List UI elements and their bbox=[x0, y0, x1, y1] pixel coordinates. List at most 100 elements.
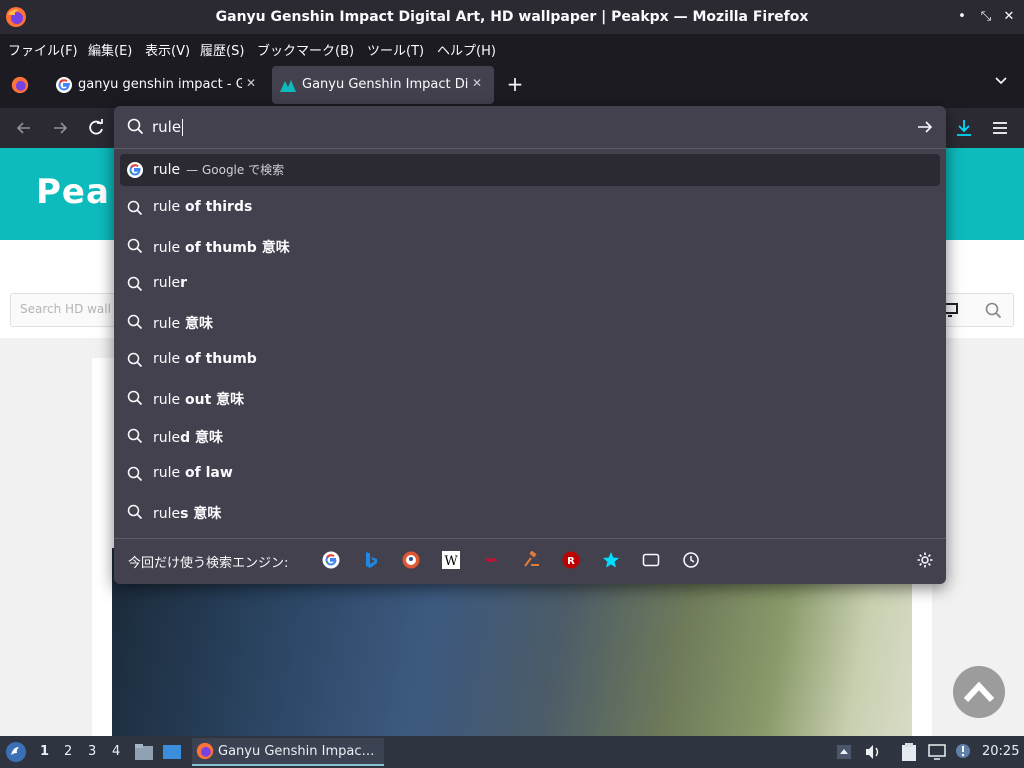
suggestion-row[interactable]: rule 意味 bbox=[120, 306, 940, 338]
menu-history[interactable]: 履歴(S) bbox=[200, 40, 244, 59]
suggestion-row[interactable]: rule out 意味 bbox=[120, 382, 940, 414]
urlbar-query-text: rule bbox=[152, 118, 182, 136]
firefox-logo-icon bbox=[196, 742, 214, 760]
file-manager-icon[interactable] bbox=[134, 743, 154, 761]
taskbar: 1 2 3 4 Ganyu Genshin Impac… 20:25 bbox=[0, 736, 1024, 768]
scroll-to-top-button[interactable] bbox=[953, 666, 1005, 718]
volume-icon[interactable] bbox=[864, 744, 882, 760]
suggestion-row[interactable]: rule of thumb 意味 bbox=[120, 230, 940, 262]
suggestion-completion: d 意味 bbox=[180, 430, 224, 446]
search-settings-gear-icon[interactable] bbox=[916, 551, 934, 569]
search-icon bbox=[127, 314, 143, 330]
suggestion-completion: of law bbox=[180, 465, 233, 481]
suggestion-completion: 意味 bbox=[180, 316, 214, 332]
forward-icon[interactable] bbox=[50, 118, 70, 138]
urlbar-dropdown: rule rule — Google で検索 rule of thirds rule … bbox=[114, 106, 946, 584]
ebay-icon[interactable] bbox=[482, 551, 500, 569]
suggestion-text: rule 意味 bbox=[153, 313, 213, 333]
minimize-icon[interactable]: • bbox=[953, 8, 971, 26]
menu-view[interactable]: 表示(V) bbox=[145, 40, 190, 59]
bookmarks-star-icon[interactable] bbox=[602, 551, 620, 569]
tab-close-icon[interactable]: ✕ bbox=[472, 76, 482, 90]
reload-icon[interactable] bbox=[86, 118, 106, 138]
new-tab-button[interactable]: + bbox=[505, 72, 525, 96]
duckduckgo-icon[interactable] bbox=[402, 551, 420, 569]
suggestion-typed: rule bbox=[153, 316, 181, 332]
suggestion-text: rule of law bbox=[153, 465, 233, 481]
suggestion-text: rules 意味 bbox=[153, 503, 221, 523]
google-icon[interactable] bbox=[322, 551, 340, 569]
firefox-view-icon[interactable] bbox=[11, 76, 29, 94]
tabs-icon[interactable] bbox=[642, 551, 660, 569]
taskbar-window-firefox[interactable]: Ganyu Genshin Impac… bbox=[192, 738, 384, 766]
tab-google-search[interactable]: ganyu genshin impact - Goo ✕ bbox=[48, 66, 266, 104]
search-icon bbox=[127, 118, 144, 135]
menu-tools[interactable]: ツール(T) bbox=[367, 40, 424, 59]
menu-help[interactable]: ヘルプ(H) bbox=[437, 40, 496, 59]
suggestion-row[interactable]: rule — Google で検索 bbox=[120, 154, 940, 186]
downloads-icon[interactable] bbox=[954, 118, 974, 138]
search-icon bbox=[127, 504, 143, 520]
list-all-tabs-icon[interactable] bbox=[994, 74, 1008, 88]
suggestion-text: rule of thumb 意味 bbox=[153, 237, 290, 257]
search-icon bbox=[127, 276, 143, 292]
suggestion-typed: rule bbox=[153, 392, 181, 408]
text-caret bbox=[182, 119, 184, 136]
search-icon bbox=[127, 466, 143, 482]
history-icon[interactable] bbox=[682, 551, 700, 569]
tab-close-icon[interactable]: ✕ bbox=[246, 76, 256, 90]
suggestion-typed: rule bbox=[153, 275, 181, 291]
suggestion-row[interactable]: ruler bbox=[120, 268, 940, 300]
suggestion-action: — Google で検索 bbox=[186, 163, 285, 177]
suggestion-typed: rule bbox=[153, 199, 181, 215]
workspace-1[interactable]: 1 bbox=[40, 744, 49, 759]
suggestion-row[interactable]: rule of thirds bbox=[120, 192, 940, 224]
tab-label: ganyu genshin impact - Goo bbox=[78, 77, 242, 92]
update-notification-icon[interactable] bbox=[954, 742, 972, 760]
divider bbox=[114, 148, 946, 149]
back-icon[interactable] bbox=[14, 118, 34, 138]
search-icon bbox=[127, 238, 143, 254]
desktop-icon[interactable] bbox=[162, 743, 182, 761]
suggestion-typed: rule bbox=[153, 430, 181, 446]
suggestion-typed: rule bbox=[153, 351, 181, 367]
start-menu-icon[interactable] bbox=[5, 741, 27, 763]
wikipedia-icon[interactable]: W bbox=[442, 551, 460, 569]
search-icon bbox=[127, 390, 143, 406]
workspace-2[interactable]: 2 bbox=[64, 744, 72, 759]
clipboard-icon[interactable] bbox=[900, 742, 918, 762]
urlbar-query: rule bbox=[152, 118, 184, 136]
menu-bar: ファイル(F) 編集(E) 表示(V) 履歴(S) ブックマーク(B) ツール(… bbox=[0, 34, 1024, 62]
tab-peakpx[interactable]: Ganyu Genshin Impact Digi ✕ bbox=[272, 66, 494, 104]
suggestion-completion: of thumb 意味 bbox=[180, 240, 290, 256]
maximize-icon[interactable]: ⤡ bbox=[977, 8, 995, 26]
menu-file[interactable]: ファイル(F) bbox=[8, 40, 78, 59]
suggestion-typed: rule bbox=[153, 506, 181, 522]
search-icon bbox=[127, 352, 143, 368]
one-off-engines-label: 今回だけ使う検索エンジン: bbox=[128, 556, 289, 571]
go-arrow-icon[interactable] bbox=[916, 118, 934, 136]
suggestion-row[interactable]: ruled 意味 bbox=[120, 420, 940, 452]
menu-edit[interactable]: 編集(E) bbox=[88, 40, 132, 59]
suggestion-text: ruler bbox=[153, 275, 187, 291]
menu-bookmarks[interactable]: ブックマーク(B) bbox=[257, 40, 354, 59]
workspace-4[interactable]: 4 bbox=[112, 744, 120, 759]
workspace-3[interactable]: 3 bbox=[88, 744, 96, 759]
rakuten-icon[interactable]: R bbox=[562, 551, 580, 569]
suggestion-row[interactable]: rules 意味 bbox=[120, 496, 940, 528]
site-logo[interactable]: Pea bbox=[36, 172, 110, 212]
chevron-up-icon bbox=[963, 681, 995, 703]
google-icon bbox=[127, 162, 143, 178]
suggestion-text: rule — Google で検索 bbox=[153, 161, 284, 178]
suggestion-row[interactable]: rule of law bbox=[120, 458, 940, 490]
close-window-icon[interactable]: ✕ bbox=[1000, 8, 1018, 26]
suggestion-row[interactable]: rule of thumb bbox=[120, 344, 940, 376]
search-icon bbox=[127, 200, 143, 216]
network-icon[interactable] bbox=[928, 744, 946, 760]
amazon-auction-icon[interactable] bbox=[522, 551, 540, 569]
tray-arrow-icon[interactable] bbox=[836, 744, 852, 760]
urlbar-input[interactable]: rule bbox=[114, 106, 946, 148]
bing-icon[interactable] bbox=[362, 551, 380, 569]
app-menu-icon[interactable] bbox=[990, 118, 1010, 138]
site-search-icon[interactable] bbox=[985, 302, 1002, 319]
